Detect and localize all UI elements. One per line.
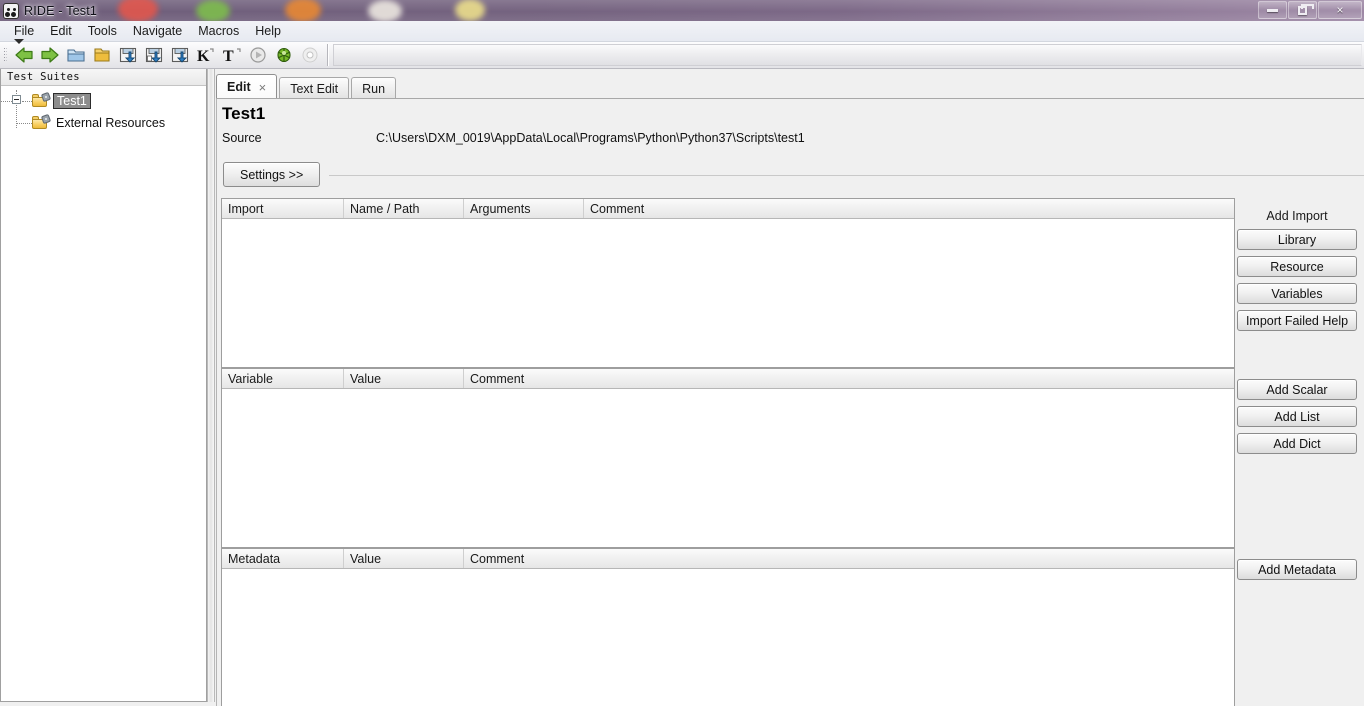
column-header-comment[interactable]: Comment [584, 199, 1234, 218]
editor-panel: Edit × Text Edit Run Test1 Source C:\Use… [216, 69, 1364, 706]
column-header-comment[interactable]: Comment [464, 549, 1234, 568]
tab-text-edit[interactable]: Text Edit [279, 77, 350, 99]
close-icon: × [1336, 3, 1344, 17]
resource-folder-icon [32, 113, 52, 130]
main-toolbar: K T [0, 38, 1364, 69]
menu-navigate[interactable]: Navigate [125, 22, 190, 40]
test-suites-tree: Test1 External Resources [1, 86, 206, 134]
test-suites-header: Test Suites [1, 69, 206, 86]
main-area: Test Suites Test1 External Resources Edi… [0, 69, 1364, 706]
wallpaper-blob [285, 0, 321, 21]
sidebar-item-external-resources[interactable]: External Resources [1, 112, 206, 134]
tab-label: Text Edit [290, 81, 339, 96]
toolbar-grip[interactable] [2, 44, 9, 66]
wallpaper-blob [118, 0, 158, 21]
settings-divider [329, 175, 1364, 176]
tab-label: Run [362, 81, 386, 96]
tab-label: Edit [227, 80, 251, 94]
tab-edit[interactable]: Edit × [216, 74, 278, 99]
variables-grid-header: Variable Value Comment [222, 369, 1234, 389]
column-header-name-path[interactable]: Name / Path [344, 199, 464, 218]
menu-tools[interactable]: Tools [80, 22, 125, 40]
titlebar-left: RIDE - Test1 [0, 0, 97, 21]
run-icon[interactable] [271, 43, 297, 67]
column-header-variable[interactable]: Variable [222, 369, 344, 388]
editor-tabs: Edit × Text Edit Run [216, 74, 398, 99]
close-button[interactable]: × [1318, 1, 1362, 19]
forward-icon[interactable] [37, 43, 63, 67]
import-failed-help-button[interactable]: Import Failed Help [1237, 310, 1357, 331]
new-test-case-icon[interactable]: T [219, 43, 245, 67]
restore-button[interactable] [1288, 1, 1317, 19]
menu-edit[interactable]: Edit [42, 22, 80, 40]
add-list-button[interactable]: Add List [1237, 406, 1357, 427]
page-title: Test1 [222, 104, 266, 123]
toolbar-separator [327, 44, 329, 66]
add-library-button[interactable]: Library [1237, 229, 1357, 250]
window-titlebar[interactable]: RIDE - Test1 × [0, 0, 1364, 21]
column-header-value[interactable]: Value [344, 369, 464, 388]
sidebar-item-label: External Resources [56, 116, 166, 130]
add-metadata-button[interactable]: Add Metadata [1237, 559, 1357, 580]
window-controls: × [1257, 1, 1362, 19]
panel-splitter[interactable] [207, 69, 215, 702]
minimize-icon [1267, 8, 1278, 12]
svg-text:T: T [223, 48, 234, 64]
column-header-value[interactable]: Value [344, 549, 464, 568]
window-title: RIDE - Test1 [24, 3, 98, 18]
collapse-box-icon[interactable] [12, 95, 21, 104]
variables-grid-body[interactable] [222, 389, 1234, 547]
add-scalar-button[interactable]: Add Scalar [1237, 379, 1357, 400]
wallpaper-blob [196, 0, 230, 21]
column-header-metadata[interactable]: Metadata [222, 549, 344, 568]
restore-icon [1298, 3, 1314, 15]
metadata-grid-header: Metadata Value Comment [222, 549, 1234, 569]
metadata-grid[interactable]: Metadata Value Comment [221, 548, 1235, 706]
add-dict-button[interactable]: Add Dict [1237, 433, 1357, 454]
column-header-import[interactable]: Import [222, 199, 344, 218]
variables-grid[interactable]: Variable Value Comment [221, 368, 1235, 548]
svg-text:K: K [197, 48, 210, 64]
search-keyword-icon[interactable] [245, 43, 271, 67]
toolbar-band: K T [0, 38, 323, 69]
sidebar-item-test1[interactable]: Test1 [1, 90, 206, 112]
minimize-button[interactable] [1258, 1, 1287, 19]
column-header-comment[interactable]: Comment [464, 369, 1234, 388]
imports-grid-body[interactable] [222, 219, 1234, 367]
menu-file[interactable]: File [6, 22, 42, 40]
toolbar-empty-band [333, 44, 1362, 66]
new-keyword-icon[interactable]: K [193, 43, 219, 67]
wallpaper-blob [455, 0, 485, 21]
stop-icon[interactable] [297, 43, 323, 67]
save-as-icon[interactable] [141, 43, 167, 67]
menubar: File Edit Tools Navigate Macros Help [0, 21, 1364, 42]
settings-editor: Test1 Source C:\Users\DXM_0019\AppData\L… [216, 99, 1364, 706]
source-path: C:\Users\DXM_0019\AppData\Local\Programs… [376, 131, 805, 145]
save-all-icon[interactable] [167, 43, 193, 67]
column-header-arguments[interactable]: Arguments [464, 199, 584, 218]
menu-help[interactable]: Help [247, 22, 289, 40]
wallpaper-blob [368, 0, 402, 21]
metadata-grid-body[interactable] [222, 569, 1234, 706]
sidebar-item-label: Test1 [53, 93, 91, 109]
add-import-label: Add Import [1266, 209, 1328, 223]
open-directory-icon[interactable] [63, 43, 89, 67]
test-suites-panel: Test Suites Test1 External Resources [0, 69, 207, 702]
add-resource-button[interactable]: Resource [1237, 256, 1357, 277]
settings-row: Settings >> [217, 162, 1364, 190]
open-file-icon[interactable] [89, 43, 115, 67]
suite-folder-icon [32, 91, 52, 108]
close-icon[interactable]: × [259, 80, 267, 95]
menu-macros[interactable]: Macros [190, 22, 247, 40]
back-icon[interactable] [11, 43, 37, 67]
save-icon[interactable] [115, 43, 141, 67]
source-label: Source [222, 131, 262, 145]
add-variables-button[interactable]: Variables [1237, 283, 1357, 304]
settings-toggle-button[interactable]: Settings >> [223, 162, 321, 187]
imports-grid[interactable]: Import Name / Path Arguments Comment [221, 198, 1235, 368]
tab-run[interactable]: Run [351, 77, 397, 99]
imports-grid-header: Import Name / Path Arguments Comment [222, 199, 1234, 219]
robot-face-icon [3, 2, 19, 19]
